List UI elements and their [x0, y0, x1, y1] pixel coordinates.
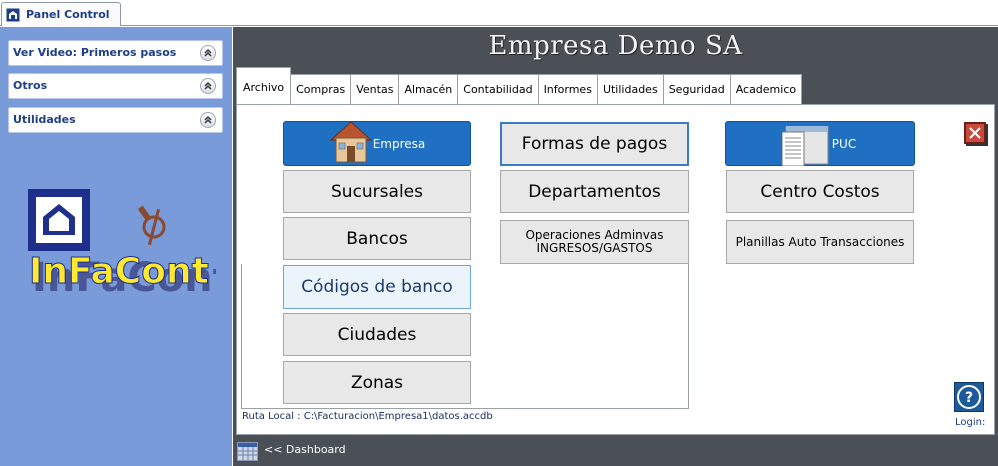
- sidebar-item-otros[interactable]: Otros: [8, 73, 223, 99]
- empresa-button[interactable]: Empresa: [283, 121, 471, 166]
- help-icon[interactable]: ?: [954, 382, 984, 412]
- module-tabs: Archivo Compras Ventas Almacén Contabili…: [236, 67, 803, 105]
- calendar-grid-icon[interactable]: [237, 442, 258, 461]
- collapse-chevron-icon[interactable]: [200, 78, 216, 94]
- archivo-content: Empresa Sucursales Bancos Códigos de ban…: [236, 104, 995, 435]
- departamentos-button[interactable]: Departamentos: [500, 170, 689, 213]
- tab-ventas[interactable]: Ventas: [351, 74, 400, 105]
- local-path-label: Ruta Local : C:\Facturacion\Empresa1\dat…: [242, 411, 493, 422]
- svg-text:?: ?: [965, 390, 973, 406]
- form-icon: [6, 8, 20, 22]
- document-tab-bar: Panel Control: [0, 0, 998, 26]
- sucursales-button[interactable]: Sucursales: [283, 170, 471, 213]
- codigos-banco-button[interactable]: Códigos de banco: [283, 265, 471, 309]
- login-label[interactable]: Login:: [955, 417, 985, 428]
- house-icon: [328, 118, 374, 167]
- collapse-chevron-icon[interactable]: [200, 45, 216, 61]
- sidebar-item-label: Otros: [13, 79, 48, 92]
- panel-control-tab-label: Panel Control: [26, 8, 110, 21]
- infacont-logo: InFaCont InFaCont: [26, 187, 232, 301]
- sidebar-item-video[interactable]: Ver Video: Primeros pasos: [8, 40, 223, 66]
- empresa-label: Empresa: [372, 136, 426, 151]
- tab-archivo[interactable]: Archivo: [236, 67, 292, 105]
- panel-control-tab[interactable]: Panel Control: [1, 2, 121, 26]
- footer-bar: << Dashboard: [233, 435, 998, 466]
- tab-compras[interactable]: Compras: [291, 74, 352, 105]
- main-panel: Empresa Demo SA Archivo Compras Ventas A…: [233, 27, 998, 466]
- document-list-icon: [781, 125, 830, 169]
- tab-academico[interactable]: Academico: [730, 74, 803, 105]
- ciudades-button[interactable]: Ciudades: [283, 313, 471, 356]
- operaciones-button[interactable]: Operaciones Adminvas INGRESOS/GASTOS: [500, 220, 689, 264]
- close-icon[interactable]: [964, 122, 986, 144]
- dashboard-link[interactable]: << Dashboard: [264, 443, 346, 456]
- tab-informes[interactable]: Informes: [538, 74, 598, 105]
- bancos-button[interactable]: Bancos: [283, 217, 471, 260]
- logo-text: InFaCont: [29, 251, 209, 292]
- collapse-chevron-icon[interactable]: [200, 112, 216, 128]
- tab-utilidades[interactable]: Utilidades: [597, 74, 664, 105]
- sidebar-item-label: Utilidades: [13, 113, 76, 126]
- zonas-button[interactable]: Zonas: [283, 361, 471, 404]
- tab-almacen[interactable]: Almacén: [399, 74, 459, 105]
- planillas-button[interactable]: Planillas Auto Transacciones: [726, 220, 914, 264]
- puc-button[interactable]: PUC: [725, 121, 915, 169]
- sidebar-item-utilidades[interactable]: Utilidades: [8, 107, 223, 133]
- puc-label: PUC: [831, 136, 857, 151]
- sidebar: Ver Video: Primeros pasos Otros Utilidad…: [0, 27, 232, 466]
- sidebar-item-label: Ver Video: Primeros pasos: [13, 46, 177, 59]
- centro-costos-button[interactable]: Centro Costos: [726, 170, 914, 213]
- formas-pagos-button[interactable]: Formas de pagos: [500, 122, 689, 166]
- company-title: Empresa Demo SA: [488, 31, 743, 61]
- tab-contabilidad[interactable]: Contabilidad: [458, 74, 539, 105]
- tab-seguridad[interactable]: Seguridad: [663, 74, 731, 105]
